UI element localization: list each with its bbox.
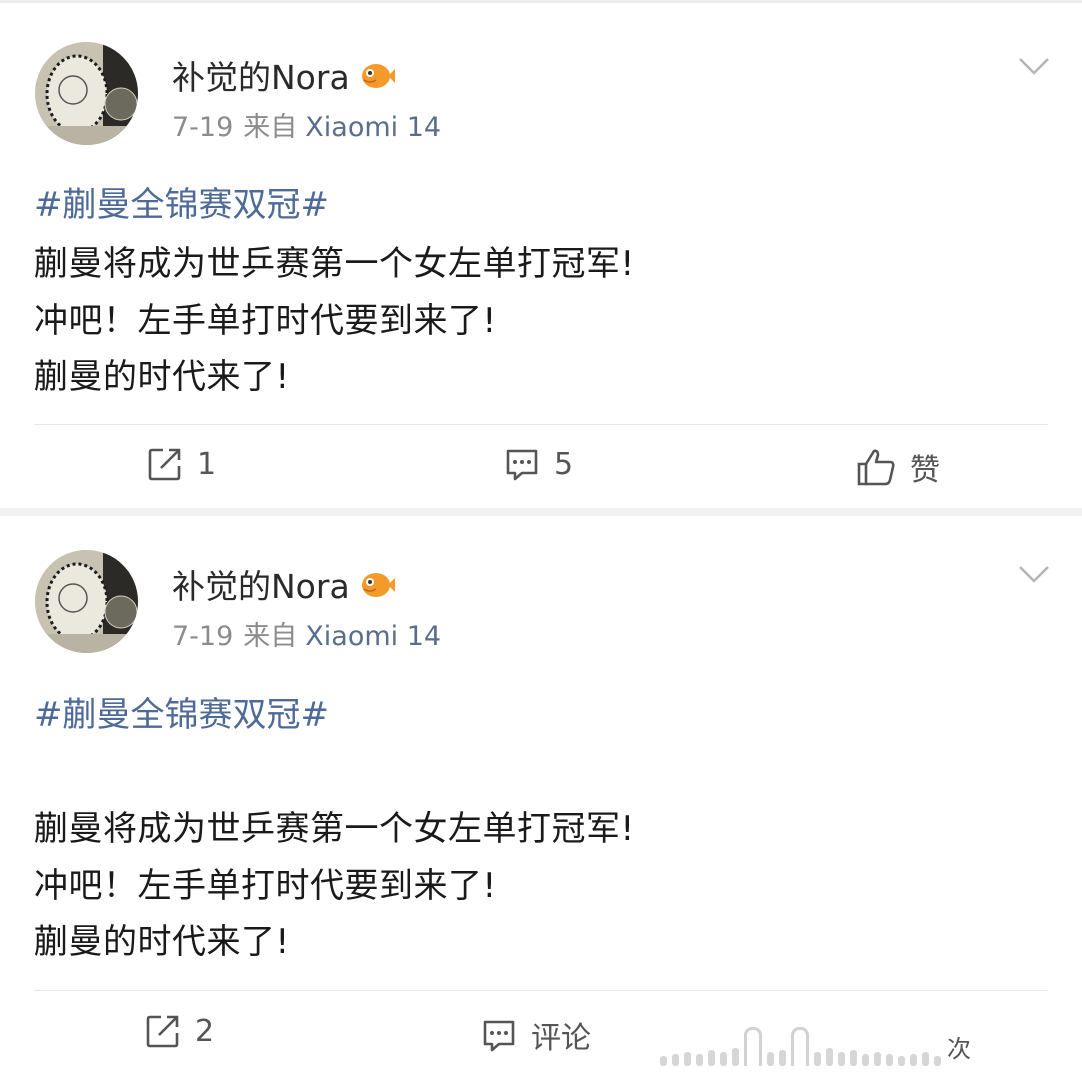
weibo-post-1: 补觉的Nora 7-19 来自 Xiaomi 14 #蒯曼全锦赛双冠# 蒯曼将成为世… [0,3,1082,508]
post-text-line: 蒯曼将成为世乒赛第一个女左单打冠军! [34,244,635,284]
username-text: 补觉的Nora [172,58,350,97]
hashtag-link[interactable]: #蒯曼全锦赛双冠# [34,687,329,736]
like-button[interactable]: 赞 [856,445,940,489]
post-meta: 7-19 来自 Xiaomi 14 [172,614,441,653]
repost-icon [146,1015,179,1048]
post-text-line: 冲吧！左手单打时代要到来了! [34,866,497,906]
post-text-line: 蒯曼的时代来了! [34,922,290,962]
post-meta: 7-19 来自 Xiaomi 14 [172,105,441,144]
fish-badge-icon [361,64,395,88]
post-text-line: 冲吧！左手单打时代要到来了! [34,301,497,341]
action-divider [34,424,1048,425]
comment-label: 评论 [531,1021,591,1056]
post-date: 7-19 [172,112,234,143]
like-label: 赞 [910,453,940,488]
watermark-overlay: 次 [660,1018,1082,1074]
avatar-image [35,42,138,145]
hashtag-link[interactable]: #蒯曼全锦赛双冠# [34,177,329,226]
comment-icon [483,1020,515,1052]
post-date: 7-19 [172,621,234,652]
avatar[interactable] [35,42,138,145]
repost-count: 1 [197,446,217,482]
comment-button[interactable]: 5 [504,446,573,482]
fish-badge-icon [361,573,395,597]
chevron-down-icon[interactable] [1018,56,1050,76]
username-text: 补觉的Nora [172,567,350,606]
repost-button[interactable]: 2 [145,1013,214,1049]
repost-button[interactable]: 1 [147,446,216,482]
watermark-bars [660,1026,941,1066]
chevron-down-icon[interactable] [1018,564,1050,584]
username[interactable]: 补觉的Nora [172,560,396,608]
post-separator [0,508,1082,516]
watermark-text: 次 [947,1034,971,1063]
comment-count: 5 [554,446,574,482]
avatar[interactable] [35,550,138,653]
post-text-line: 蒯曼的时代来了! [34,357,290,397]
device-link[interactable]: Xiaomi 14 [305,621,441,652]
avatar-image [35,550,138,653]
from-label: 来自 [243,621,298,652]
repost-icon [148,448,181,481]
like-icon [857,449,895,486]
weibo-post-2: 补觉的Nora 7-19 来自 Xiaomi 14 #蒯曼全锦赛双冠# 蒯曼将成为世… [0,516,1082,1074]
action-divider [34,990,1048,991]
username[interactable]: 补觉的Nora [172,51,396,99]
repost-count: 2 [195,1013,215,1049]
from-label: 来自 [243,112,298,143]
post-text-line: 蒯曼将成为世乒赛第一个女左单打冠军! [34,809,635,849]
device-link[interactable]: Xiaomi 14 [305,112,441,143]
comment-icon [506,449,538,481]
comment-button[interactable]: 评论 [481,1013,591,1057]
